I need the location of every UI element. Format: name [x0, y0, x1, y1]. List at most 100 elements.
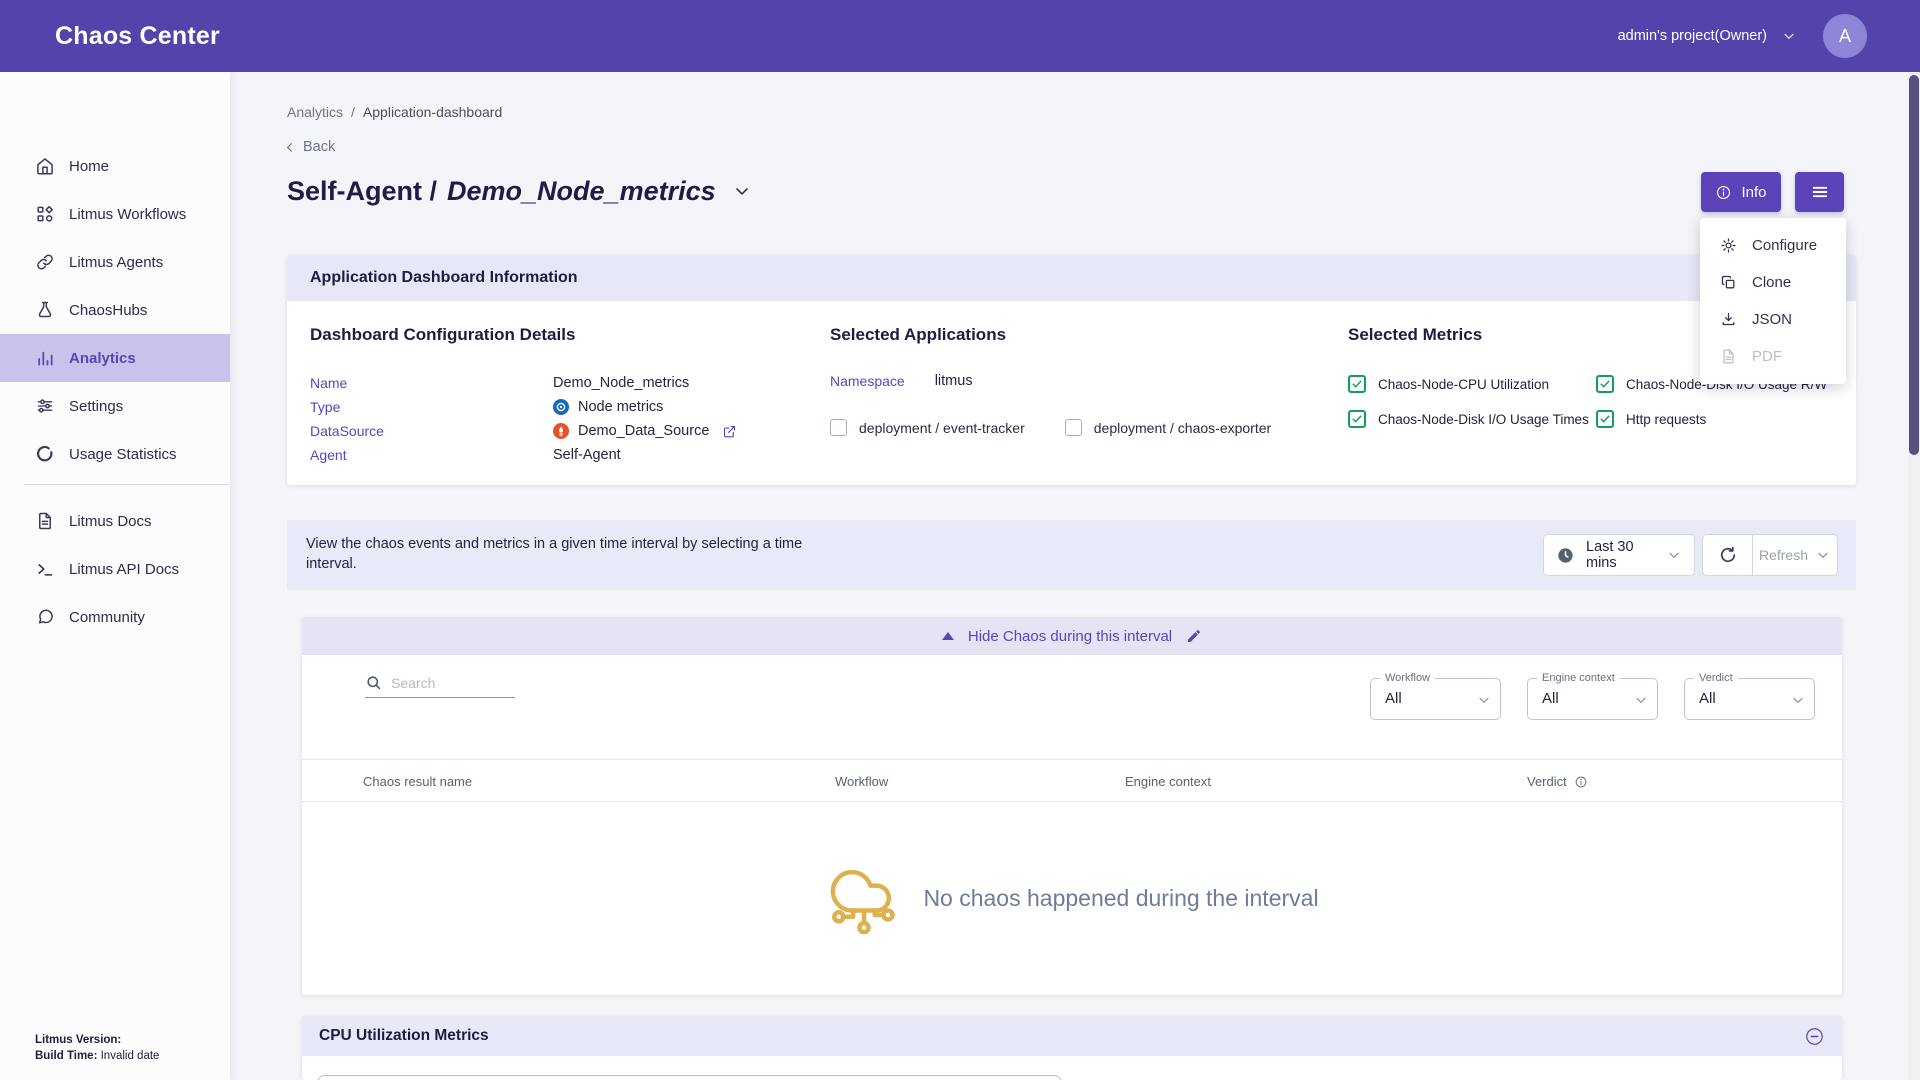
- metric-cpu-utilization[interactable]: Chaos-Node-CPU Utilization: [1348, 375, 1596, 393]
- pencil-icon[interactable]: [1186, 628, 1202, 644]
- empty-state: No chaos happened during the interval: [302, 802, 1842, 995]
- checkbox-checked[interactable]: [1348, 410, 1366, 428]
- empty-message: No chaos happened during the interval: [923, 885, 1318, 912]
- clock-icon: [1556, 546, 1575, 565]
- breadcrumb: Analytics / Application-dashboard: [287, 104, 502, 120]
- home-icon: [35, 156, 55, 176]
- checkbox-checked[interactable]: [1348, 375, 1366, 393]
- chevron-down-icon: [1790, 692, 1806, 708]
- chart-panel-partial: [317, 1075, 1062, 1080]
- sidebar-item-community[interactable]: Community: [0, 593, 230, 641]
- chevron-left-icon: [282, 140, 297, 155]
- checkbox-checked[interactable]: [1596, 375, 1614, 393]
- sidebar-item-litmus-agents[interactable]: Litmus Agents: [0, 238, 230, 286]
- checkbox-chaos-exporter[interactable]: deployment / chaos-exporter: [1065, 419, 1271, 436]
- build-time-value: Invalid date: [101, 1050, 160, 1062]
- chevron-down-icon: [1633, 692, 1649, 708]
- config-row-type: Type Node metrics: [310, 395, 830, 419]
- refresh-interval-select[interactable]: Refresh: [1752, 534, 1838, 576]
- sidebar-item-analytics[interactable]: Analytics: [0, 334, 230, 382]
- sidebar-item-litmus-docs[interactable]: Litmus Docs: [0, 497, 230, 545]
- selected-applications-column: Selected Applications Namespace litmus d…: [830, 325, 1348, 467]
- hide-chaos-toggle[interactable]: Hide Chaos during this interval: [302, 617, 1842, 655]
- config-row-datasource: DataSource Demo_Data_Source: [310, 419, 830, 443]
- app-header: Chaos Center admin's project(Owner) A: [0, 0, 1920, 72]
- cloud-network-icon: [825, 858, 897, 939]
- page-scrollbar[interactable]: [1908, 72, 1920, 1080]
- verdict-filter[interactable]: Verdict All: [1684, 678, 1815, 720]
- build-time-label: Build Time:: [35, 1050, 97, 1062]
- avatar[interactable]: A: [1823, 14, 1867, 58]
- chaos-interval-card: Hide Chaos during this interval Workflow…: [302, 617, 1842, 995]
- sliders-icon: [35, 396, 55, 416]
- document-icon: [35, 511, 55, 531]
- chaos-center-app: Chaos Center admin's project(Owner) A Ho…: [0, 0, 1920, 1080]
- menu-item-configure[interactable]: Configure: [1700, 227, 1846, 264]
- version-info: Litmus Version: Build Time: Invalid date: [35, 1032, 159, 1064]
- column-chaos-result-name: Chaos result name: [363, 774, 472, 789]
- dashboard-menu-dropdown: Configure Clone JSON PDF: [1700, 218, 1846, 384]
- menu-item-json[interactable]: JSON: [1700, 301, 1846, 338]
- refresh-now-button[interactable]: [1702, 534, 1752, 576]
- namespace-label: Namespace: [830, 373, 905, 389]
- back-button[interactable]: Back: [282, 139, 335, 155]
- info-circle-icon[interactable]: [1574, 775, 1588, 789]
- cpu-metrics-card: CPU Utilization Metrics: [302, 1016, 1842, 1080]
- search-input[interactable]: [391, 675, 506, 691]
- node-metrics-icon: [553, 399, 569, 415]
- title-chevron-down-icon[interactable]: [732, 181, 752, 201]
- download-icon: [1720, 311, 1737, 328]
- sidebar: Home Litmus Workflows Litmus Agents Chao…: [0, 72, 230, 1080]
- info-button[interactable]: Info: [1701, 172, 1781, 212]
- project-selector-label: admin's project(Owner): [1618, 28, 1767, 44]
- dashboard-info-card: Application Dashboard Information Dashbo…: [287, 255, 1856, 485]
- menu-item-pdf[interactable]: PDF: [1700, 338, 1846, 375]
- chevron-down-icon: [1476, 692, 1492, 708]
- prometheus-icon: [553, 423, 569, 439]
- gear-icon: [1720, 237, 1737, 254]
- namespace-value: litmus: [935, 373, 973, 389]
- cpu-metrics-title: CPU Utilization Metrics: [319, 1027, 489, 1045]
- checkbox-event-tracker[interactable]: deployment / event-tracker: [830, 419, 1025, 436]
- chevron-down-icon: [1666, 547, 1682, 563]
- litmus-version-label: Litmus Version:: [35, 1034, 121, 1046]
- applications-title: Selected Applications: [830, 325, 1348, 345]
- sidebar-item-settings[interactable]: Settings: [0, 382, 230, 430]
- metric-http-requests[interactable]: Http requests: [1596, 410, 1856, 428]
- project-selector[interactable]: admin's project(Owner): [1618, 28, 1797, 44]
- file-icon: [1720, 348, 1737, 365]
- dashboard-menu-button[interactable]: [1795, 172, 1844, 212]
- breadcrumb-analytics[interactable]: Analytics: [287, 104, 343, 120]
- config-row-agent: Agent Self-Agent: [310, 443, 830, 467]
- bar-chart-icon: [35, 348, 55, 368]
- metric-disk-io-times[interactable]: Chaos-Node-Disk I/O Usage Times: [1348, 410, 1596, 428]
- column-verdict: Verdict: [1527, 774, 1588, 789]
- collapse-minus-icon[interactable]: [1804, 1026, 1825, 1047]
- menu-item-clone[interactable]: Clone: [1700, 264, 1846, 301]
- copy-icon: [1720, 274, 1737, 291]
- flask-icon: [35, 300, 55, 320]
- breadcrumb-application-dashboard: Application-dashboard: [363, 104, 502, 120]
- checkbox-unchecked[interactable]: [830, 419, 847, 436]
- sidebar-item-home[interactable]: Home: [0, 142, 230, 190]
- link-icon: [35, 252, 55, 272]
- main-content: Analytics / Application-dashboard Back S…: [230, 72, 1908, 1080]
- workflow-filter[interactable]: Workflow All: [1370, 678, 1501, 720]
- sidebar-item-usage-statistics[interactable]: Usage Statistics: [0, 430, 230, 478]
- sidebar-divider: [24, 484, 230, 485]
- external-link-icon[interactable]: [722, 424, 737, 439]
- sidebar-item-chaoshubs[interactable]: ChaosHubs: [0, 286, 230, 334]
- sidebar-item-litmus-workflows[interactable]: Litmus Workflows: [0, 190, 230, 238]
- search-icon: [365, 674, 382, 691]
- time-range-select[interactable]: Last 30 mins: [1543, 534, 1695, 576]
- engine-context-filter[interactable]: Engine context All: [1527, 678, 1658, 720]
- checkbox-unchecked[interactable]: [1065, 419, 1082, 436]
- chat-icon: [35, 607, 55, 627]
- checkbox-checked[interactable]: [1596, 410, 1614, 428]
- time-interval-band: View the chaos events and metrics in a g…: [287, 520, 1856, 590]
- scrollbar-thumb[interactable]: [1909, 75, 1919, 455]
- sidebar-item-litmus-api-docs[interactable]: Litmus API Docs: [0, 545, 230, 593]
- search-box: [365, 674, 515, 698]
- config-row-name: Name Demo_Node_metrics: [310, 371, 830, 395]
- hamburger-icon: [1810, 182, 1830, 202]
